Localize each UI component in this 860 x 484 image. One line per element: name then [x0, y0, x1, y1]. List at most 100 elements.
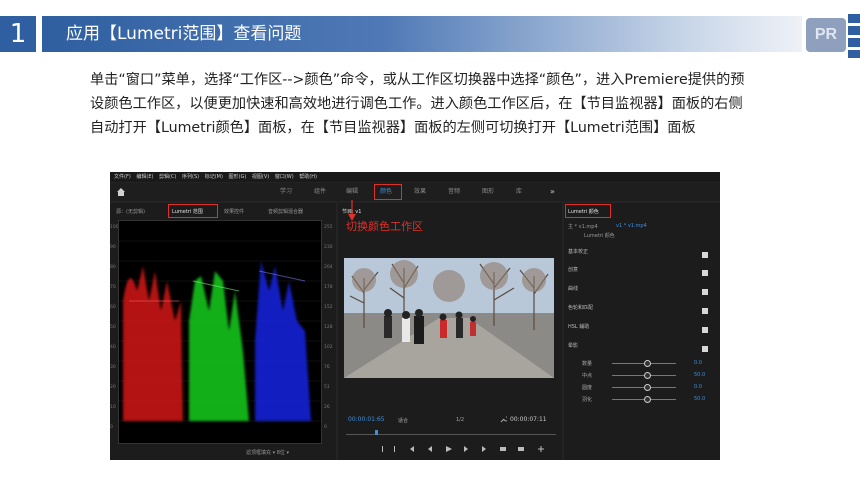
scope-tick-left: 70	[110, 285, 116, 290]
scope-tick-left: 40	[110, 345, 116, 350]
section-label: 创意	[568, 267, 579, 273]
slider-label: 圆度	[582, 385, 593, 391]
menu-file[interactable]: 文件(F)	[114, 172, 131, 182]
workspace-overflow-button[interactable]: »	[550, 183, 555, 201]
menu-graphics[interactable]: 图形(G)	[229, 172, 247, 182]
slider-label: 中点	[582, 373, 593, 379]
duration-timecode: 00:00:07:11	[510, 416, 547, 423]
lumetri-color-tab-highlight	[565, 204, 611, 218]
workspace-libraries[interactable]: 库	[516, 183, 522, 201]
section-enable-checkbox[interactable]	[702, 270, 708, 276]
section-basic-correction[interactable]: 基本校正	[568, 248, 710, 264]
playhead-timecode[interactable]: 00:00:01:65	[348, 416, 385, 423]
section-color-wheels[interactable]: 色轮和匹配	[568, 304, 710, 320]
menu-help[interactable]: 帮助(H)	[299, 172, 317, 182]
program-video-frame	[344, 258, 554, 378]
scope-tick-left: 50	[110, 325, 116, 330]
slider-knob[interactable]	[644, 384, 651, 391]
workspace-effects[interactable]: 效果	[414, 183, 426, 201]
workspace-assembly[interactable]: 组件	[314, 183, 326, 201]
scope-tick-right: 26	[324, 405, 330, 410]
scope-tick-right: 128	[324, 325, 333, 330]
vignette-amount-slider[interactable]: 数量 0.0	[582, 360, 712, 367]
scope-tick-right: 76	[324, 365, 330, 370]
section-label: 色轮和匹配	[568, 305, 594, 311]
workspace-learn[interactable]: 学习	[280, 183, 292, 201]
scope-tick-right: 230	[324, 245, 333, 250]
menu-bar: 文件(F) 编辑(E) 剪辑(C) 序列(S) 标记(M) 图形(G) 视图(V…	[110, 172, 720, 182]
resolution-dropdown[interactable]: 1/2	[456, 417, 464, 423]
workspace-editing[interactable]: 编辑	[346, 183, 358, 201]
premiere-screenshot: 文件(F) 编辑(E) 剪辑(C) 序列(S) 标记(M) 图形(G) 视图(V…	[110, 172, 720, 460]
menu-window[interactable]: 窗口(W)	[275, 172, 294, 182]
lumetri-fx-dropdown[interactable]: Lumetri 颜色	[584, 232, 615, 239]
slide-title: 应用【Lumetri范围】查看问题	[66, 24, 302, 44]
home-icon[interactable]	[116, 187, 126, 197]
fit-dropdown[interactable]: 适合	[398, 417, 408, 424]
slider-knob[interactable]	[644, 372, 651, 379]
slider-label: 羽化	[582, 397, 593, 403]
scope-tick-right: 152	[324, 305, 333, 310]
scope-tick-left: 60	[110, 305, 116, 310]
section-hsl-secondary[interactable]: HSL 辅助	[568, 323, 710, 339]
rgb-parade-scope	[118, 220, 322, 444]
scope-footer-options[interactable]: 滤顶框填充 ▾ 8位 ▾	[246, 449, 289, 456]
scope-tick-right: 51	[324, 385, 330, 390]
lumetri-sequence-clip[interactable]: v1 * v1.mp4	[616, 223, 647, 229]
section-enable-checkbox[interactable]	[702, 327, 708, 333]
tab-audio-clip-mixer[interactable]: 音频剪辑混合器	[268, 208, 303, 215]
slider-value[interactable]: 50.0	[694, 396, 705, 402]
playhead-marker[interactable]	[375, 430, 378, 435]
logo-edge-decoration	[848, 14, 860, 58]
scope-tick-right: 178	[324, 285, 333, 290]
section-enable-checkbox[interactable]	[702, 289, 708, 295]
workspace-audio[interactable]: 音频	[448, 183, 460, 201]
section-creative[interactable]: 创意	[568, 266, 710, 282]
menu-edit[interactable]: 编辑(E)	[136, 172, 153, 182]
slider-knob[interactable]	[644, 396, 651, 403]
transport-controls	[382, 446, 544, 452]
rgb-parade-waveform	[119, 240, 321, 422]
menu-clip[interactable]: 剪辑(C)	[159, 172, 176, 182]
menu-view[interactable]: 视图(V)	[252, 172, 269, 182]
wrench-icon[interactable]	[500, 416, 507, 423]
menu-marker[interactable]: 标记(M)	[205, 172, 223, 182]
scope-tick-left: 20	[110, 385, 116, 390]
workspace-graphics[interactable]: 图形	[482, 183, 494, 201]
slider-value[interactable]: 50.0	[694, 372, 705, 378]
scope-tick-right: 0	[324, 425, 327, 430]
workspace-bar: 学习 组件 编辑 颜色 效果 音频 图形 库 »	[110, 183, 720, 201]
section-enable-checkbox[interactable]	[702, 346, 708, 352]
lumetri-master-clip[interactable]: 主 * v1.mp4	[568, 223, 598, 230]
tab-effect-controls[interactable]: 效果控件	[224, 208, 244, 215]
slider-value[interactable]: 0.0	[694, 360, 702, 366]
section-label: 基本校正	[568, 249, 589, 255]
section-number: 1	[0, 16, 36, 52]
scope-tick-right: 255	[324, 225, 333, 230]
body-paragraph: 单击“窗口”菜单，选择“工作区-->颜色”命令，或从工作区切换器中选择“颜色”，…	[90, 72, 745, 136]
scope-tick-left: 90	[110, 245, 116, 250]
section-vignette[interactable]: 晕影	[568, 342, 710, 358]
scope-tick-right: 204	[324, 265, 333, 270]
slider-knob[interactable]	[644, 360, 651, 367]
section-label: 晕影	[568, 343, 579, 349]
vignette-roundness-slider[interactable]: 圆度 0.0	[582, 384, 712, 391]
scope-tick-left: 30	[110, 365, 116, 370]
section-curves[interactable]: 曲线	[568, 285, 710, 301]
section-enable-checkbox[interactable]	[702, 308, 708, 314]
scope-tick-left: 80	[110, 265, 116, 270]
tab-source[interactable]: 源：(无剪辑)	[116, 208, 145, 215]
vignette-midpoint-slider[interactable]: 中点 50.0	[582, 372, 712, 379]
menu-sequence[interactable]: 序列(S)	[182, 172, 199, 182]
vignette-feather-slider[interactable]: 羽化 50.0	[582, 396, 712, 403]
scope-tick-left: 10	[110, 405, 116, 410]
scope-tick-left: 0	[110, 425, 113, 430]
slider-value[interactable]: 0.0	[694, 384, 702, 390]
color-workspace-highlight	[374, 184, 402, 200]
scope-tick-right: 102	[324, 345, 333, 350]
annotation-switch-color-workspace: 切换颜色工作区	[346, 220, 423, 233]
scopes-tab-highlight	[168, 204, 218, 218]
section-enable-checkbox[interactable]	[702, 252, 708, 258]
section-label: 曲线	[568, 286, 579, 292]
slider-label: 数量	[582, 361, 593, 367]
